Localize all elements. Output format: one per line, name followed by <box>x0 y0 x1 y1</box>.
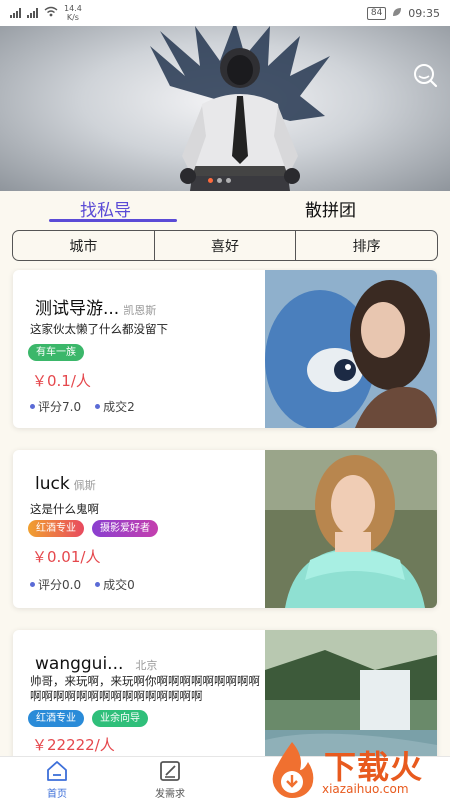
guide-stats: 评分7.0 成交2 <box>30 398 135 415</box>
guide-card[interactable]: luck 佩斯 这是什么鬼啊 红酒专业 摄影爱好者 ￥0.01/人 评分0.0 成… <box>13 450 437 608</box>
tab-private-guide[interactable]: 找私导 <box>80 196 131 221</box>
clock: 09:35 <box>408 6 440 20</box>
guide-location: 凯恩斯 <box>123 304 157 317</box>
guide-name-row: 测试导游... 凯恩斯 <box>35 294 156 319</box>
carousel-dot[interactable] <box>208 178 213 183</box>
guide-name: 测试导游... <box>35 299 120 319</box>
guide-name-row: wanggui... 北京 <box>35 654 157 674</box>
cell-signal-icon <box>10 8 21 18</box>
carousel-dot[interactable] <box>217 178 222 183</box>
deals-stat: 成交0 <box>95 576 135 593</box>
guide-location: 北京 <box>135 659 158 672</box>
banner-image <box>150 26 330 191</box>
guide-description: 这是什么鬼啊 <box>30 502 99 516</box>
filter-preference[interactable]: 喜好 <box>153 231 296 260</box>
guide-name: luck <box>35 474 70 494</box>
dot-icon <box>95 582 101 587</box>
guide-tag: 摄影爱好者 <box>92 520 158 537</box>
dot-icon <box>30 582 35 587</box>
guide-card[interactable]: 测试导游... 凯恩斯 这家伙太懒了什么都没留下 有车一族 ￥0.1/人 评分7.… <box>13 270 437 428</box>
guide-price: ￥0.01/人 <box>32 548 101 566</box>
rating-stat: 评分7.0 <box>30 398 81 415</box>
network-speed: 14.4 K/s <box>64 4 82 22</box>
nav-post-request[interactable]: 发需求 <box>140 759 200 800</box>
carousel-dot[interactable] <box>226 178 231 183</box>
guide-description: 这家伙太懒了什么都没留下 <box>30 322 168 336</box>
nav-home[interactable]: 首页 <box>27 759 87 800</box>
tab-group-tour[interactable]: 散拼团 <box>305 196 356 221</box>
filter-city[interactable]: 城市 <box>13 231 154 260</box>
guide-description: 帅哥，来玩啊，来玩啊你啊啊啊啊啊啊啊啊啊啊啊啊啊啊啊啊啊啊啊啊啊啊啊啊 <box>30 674 260 703</box>
watermark-url: xiazaihuo.com <box>322 782 409 796</box>
guide-tags: 红酒专业 摄影爱好者 <box>28 520 158 537</box>
watermark: 下载火 xiazaihuo.com <box>264 738 446 800</box>
tab-indicator <box>49 219 177 222</box>
guide-price: ￥22222/人 <box>32 736 115 754</box>
guide-rating: 评分7.0 <box>38 400 82 414</box>
guide-stats: 评分0.0 成交0 <box>30 576 135 593</box>
nav-home-label: 首页 <box>47 789 67 800</box>
guide-tags: 红酒专业 业余向导 <box>28 710 148 727</box>
nav-post-label: 发需求 <box>155 789 185 800</box>
filter-sort[interactable]: 排序 <box>295 231 437 260</box>
guide-photo <box>265 270 437 428</box>
deals-stat: 成交2 <box>95 398 135 415</box>
guide-deals: 成交2 <box>103 400 135 414</box>
guide-name: wanggui... <box>35 654 124 674</box>
guide-deals: 成交0 <box>103 578 135 592</box>
banner-carousel[interactable] <box>0 26 450 191</box>
guide-tag: 业余向导 <box>92 710 148 727</box>
dot-icon <box>95 404 101 409</box>
carousel-dots <box>208 178 231 183</box>
filter-bar: 城市 喜好 排序 <box>12 230 438 261</box>
cell-signal-icon-2 <box>27 8 38 18</box>
guide-tag: 红酒专业 <box>28 710 84 727</box>
guide-location: 佩斯 <box>73 479 96 492</box>
home-icon <box>47 761 67 781</box>
guide-price: ￥0.1/人 <box>32 372 91 390</box>
guide-tags: 有车一族 <box>28 344 84 361</box>
wifi-icon <box>44 6 58 20</box>
status-bar: 14.4 K/s 84 09:35 <box>0 0 450 26</box>
rating-stat: 评分0.0 <box>30 576 81 593</box>
edit-icon <box>160 761 180 781</box>
guide-photo <box>265 450 437 608</box>
search-button[interactable] <box>412 62 438 88</box>
guide-name-row: luck 佩斯 <box>35 474 96 494</box>
guide-list[interactable]: 测试导游... 凯恩斯 这家伙太懒了什么都没留下 有车一族 ￥0.1/人 评分7.… <box>0 268 450 756</box>
leaf-icon <box>392 7 402 20</box>
flame-logo-icon <box>272 742 314 798</box>
guide-rating: 评分0.0 <box>38 578 82 592</box>
dot-icon <box>30 404 35 409</box>
guide-tag: 有车一族 <box>28 344 84 361</box>
search-icon <box>414 64 438 88</box>
guide-tag: 红酒专业 <box>28 520 84 537</box>
tab-bar: 找私导 散拼团 <box>0 191 450 227</box>
battery-indicator: 84 <box>366 6 387 20</box>
